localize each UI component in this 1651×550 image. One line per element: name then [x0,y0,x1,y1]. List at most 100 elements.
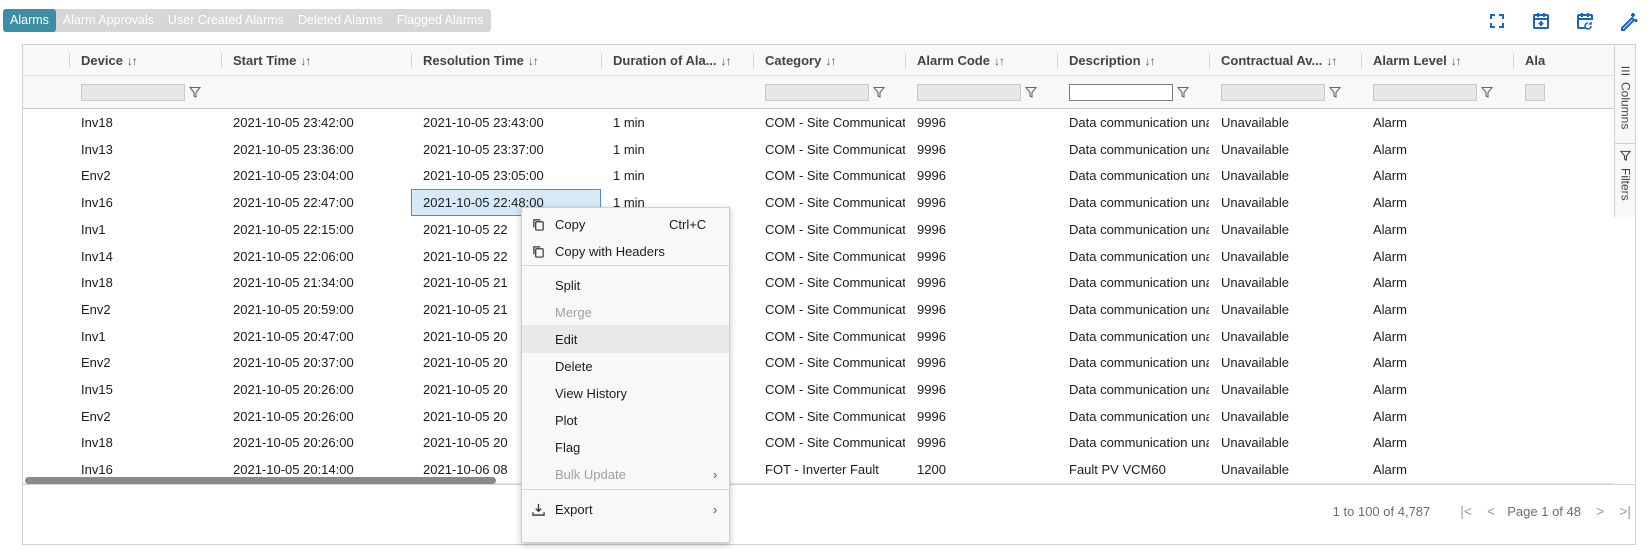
sort-icon[interactable]: ↓↑ [1326,54,1337,68]
table-cell[interactable]: 2021-10-05 20:26:00 [221,429,411,456]
table-cell[interactable]: Inv14 [69,243,221,270]
table-row[interactable]: Inv1 2021-10-05 22:15:00 2021-10-05 22 COM … [23,215,1614,244]
table-row[interactable]: Inv13 2021-10-05 23:36:00 2021-10-05 23:37… [23,135,1614,164]
table-cell[interactable]: 1 min [601,162,753,189]
table-cell[interactable]: 9996 [905,403,1057,430]
edit-magic-icon[interactable] [1607,8,1651,34]
table-cell[interactable]: Alarm [1361,189,1513,216]
table-cell[interactable]: Fault PV VCM60 [1057,456,1209,483]
table-cell[interactable]: 9996 [905,136,1057,163]
table-cell[interactable]: 9996 [905,269,1057,296]
table-cell[interactable]: Alarm [1361,243,1513,270]
table-cell[interactable]: Inv13 [69,136,221,163]
menu-item-export[interactable]: Export › [522,495,729,523]
column-header[interactable]: Duration of Ala... ↓↑ [601,45,753,76]
column-filter-input[interactable] [1373,84,1477,101]
table-cell[interactable]: Data communication unav [1057,162,1209,189]
table-cell[interactable]: Unavailable [1209,296,1361,323]
sort-icon[interactable]: ↓↑ [127,54,138,68]
sort-icon[interactable]: ↓↑ [1451,54,1462,68]
table-cell[interactable]: COM - Site Communicatio [753,243,905,270]
table-row[interactable]: Inv1 2021-10-05 20:47:00 2021-10-05 20 COM … [23,322,1614,351]
table-cell[interactable]: 9996 [905,243,1057,270]
filter-funnel-icon[interactable] [189,86,201,98]
table-row[interactable]: Env2 2021-10-05 23:04:00 2021-10-05 23:05:… [23,162,1614,191]
sort-icon[interactable]: ↓↑ [721,54,732,68]
table-cell[interactable]: Env2 [69,296,221,323]
menu-item-delete[interactable]: Delete [522,352,729,380]
column-filter-input[interactable] [1069,84,1173,101]
table-cell[interactable]: Data communication unav [1057,216,1209,243]
columns-tool-tab[interactable]: ☰ Columns [1615,65,1636,129]
table-cell[interactable]: Unavailable [1209,136,1361,163]
tab-flagged-alarms[interactable]: Flagged Alarms [390,9,491,32]
menu-item-split[interactable]: Split [522,271,729,299]
table-cell[interactable]: 9996 [905,349,1057,376]
column-header[interactable]: Start Time ↓↑ [221,45,411,76]
table-cell[interactable]: Alarm [1361,323,1513,350]
table-cell[interactable]: Unavailable [1209,403,1361,430]
menu-item-copy[interactable]: Copy Ctrl+C [522,210,729,238]
column-header[interactable]: Category ↓↑ [753,45,905,76]
table-cell[interactable]: Alarm [1361,269,1513,296]
table-cell[interactable]: Data communication unav [1057,323,1209,350]
table-row[interactable]: Inv18 2021-10-05 20:26:00 2021-10-05 20 COM… [23,429,1614,458]
table-cell[interactable]: Alarm [1361,456,1513,483]
table-cell[interactable]: 2021-10-05 23:36:00 [221,136,411,163]
table-cell[interactable]: Inv18 [69,429,221,456]
table-cell[interactable]: 9996 [905,109,1057,136]
table-cell[interactable]: Data communication unav [1057,109,1209,136]
table-cell[interactable]: 9996 [905,323,1057,350]
table-cell[interactable]: 2021-10-05 22:15:00 [221,216,411,243]
filter-funnel-icon[interactable] [1025,86,1037,98]
next-page-icon[interactable]: > [1596,503,1604,519]
table-cell[interactable]: Alarm [1361,403,1513,430]
table-cell[interactable]: Data communication unav [1057,296,1209,323]
table-cell[interactable]: 2021-10-05 23:42:00 [221,109,411,136]
column-filter-input[interactable] [81,84,185,101]
column-filter-input[interactable] [917,84,1021,101]
calendar-add-icon[interactable] [1519,8,1563,34]
horizontal-scrollbar[interactable] [25,477,496,484]
table-cell[interactable]: Data communication unav [1057,269,1209,296]
table-row[interactable]: Inv18 2021-10-05 23:42:00 2021-10-05 23:43… [23,109,1614,137]
table-cell[interactable]: Env2 [69,162,221,189]
table-cell[interactable]: Alarm [1361,429,1513,456]
table-cell[interactable]: Inv18 [69,109,221,136]
table-cell[interactable]: COM - Site Communicatio [753,216,905,243]
table-cell[interactable]: 2021-10-05 21:34:00 [221,269,411,296]
table-cell[interactable]: Inv15 [69,376,221,403]
tab-user-created-alarms[interactable]: User Created Alarms [161,9,291,32]
table-cell[interactable]: Alarm [1361,109,1513,136]
menu-item-copy-with-headers[interactable]: Copy with Headers [522,237,729,265]
table-cell[interactable]: COM - Site Communicatio [753,189,905,216]
table-cell[interactable]: Unavailable [1209,243,1361,270]
table-cell[interactable]: 2021-10-05 20:59:00 [221,296,411,323]
table-row[interactable]: Env2 2021-10-05 20:26:00 2021-10-05 20 COM … [23,402,1614,431]
table-cell[interactable]: Alarm [1361,162,1513,189]
column-header[interactable]: Resolution Time ↓↑ [411,45,601,76]
menu-item-edit[interactable]: Edit [522,325,729,353]
tab-deleted-alarms[interactable]: Deleted Alarms [291,9,390,32]
table-cell[interactable]: 9996 [905,189,1057,216]
table-cell[interactable]: Data communication unav [1057,136,1209,163]
table-row[interactable]: Inv14 2021-10-05 22:06:00 2021-10-05 22 COM… [23,242,1614,271]
table-cell[interactable]: COM - Site Communicatio [753,323,905,350]
tab-alarms[interactable]: Alarms [3,9,56,32]
sort-icon[interactable]: ↓↑ [994,54,1005,68]
calendar-refresh-icon[interactable] [1563,8,1607,34]
table-cell[interactable]: 2021-10-05 23:43:00 [411,109,601,136]
previous-page-icon[interactable]: < [1487,503,1495,519]
table-cell[interactable]: 9996 [905,162,1057,189]
column-header[interactable]: Description ↓↑ [1057,45,1209,76]
table-cell[interactable]: 2021-10-05 23:05:00 [411,162,601,189]
table-cell[interactable]: Unavailable [1209,269,1361,296]
table-cell[interactable]: 9996 [905,216,1057,243]
filter-funnel-icon[interactable] [1177,86,1189,98]
table-cell[interactable]: Unavailable [1209,323,1361,350]
column-header[interactable]: Alarm Level ↓↑ [1361,45,1513,76]
table-cell[interactable]: 2021-10-05 20:37:00 [221,349,411,376]
table-cell[interactable]: Unavailable [1209,349,1361,376]
column-header[interactable]: Contractual Av... ↓↑ [1209,45,1361,76]
table-cell[interactable]: COM - Site Communicatio [753,429,905,456]
